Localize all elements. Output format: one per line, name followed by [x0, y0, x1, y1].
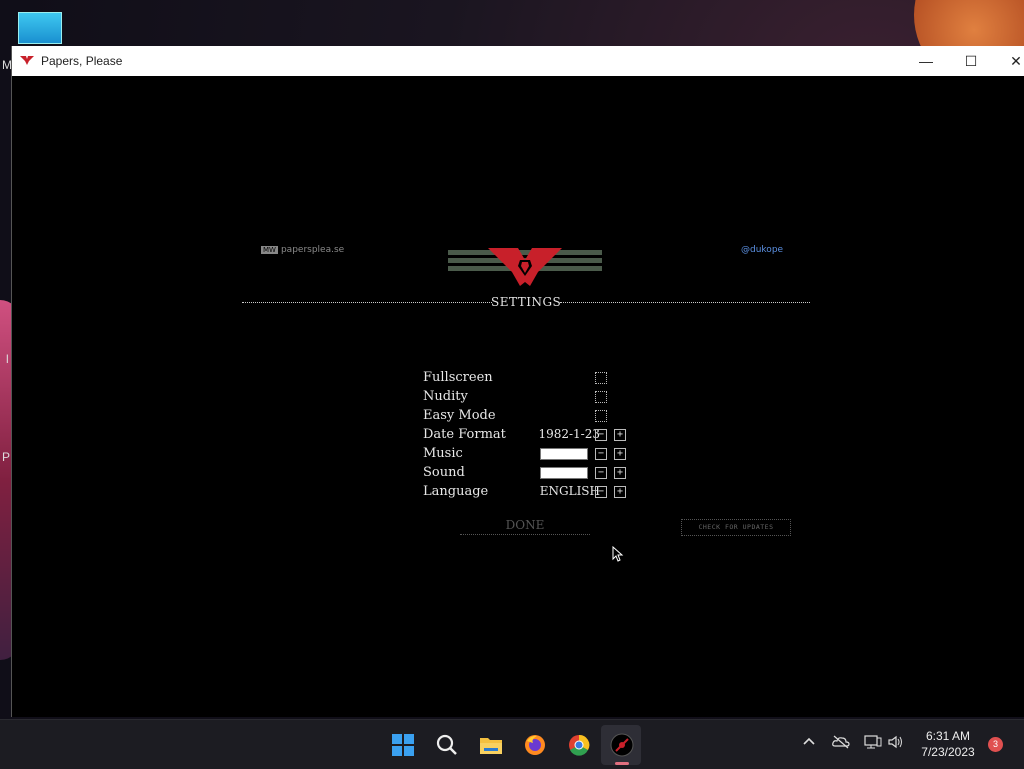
onedrive-cloud-icon[interactable] [832, 735, 850, 753]
setting-label: Music [423, 446, 463, 461]
game-canvas: MW papersplea.se @dukope SETTINGS Fullscr… [12, 76, 1024, 717]
setting-label: Date Format [423, 427, 506, 442]
game-window: Papers, Please — ☐ ✕ MW papersplea.se @du… [11, 46, 1024, 717]
windows-start-icon[interactable] [390, 732, 416, 758]
title-bar[interactable]: Papers, Please — ☐ ✕ [12, 46, 1024, 76]
search-icon[interactable] [434, 732, 460, 758]
clock-time: 6:31 AM [925, 729, 971, 743]
setting-row-sound: Sound − + [423, 465, 643, 483]
taskbar-clock[interactable]: 6:31 AM 7/23/2023 [912, 728, 984, 760]
site-tag: MW [261, 246, 278, 254]
sound-plus-button[interactable]: + [614, 467, 626, 479]
chevron-up-icon[interactable] [802, 735, 816, 753]
language-minus-button[interactable]: − [595, 486, 607, 498]
setting-row-date-format: Date Format 1982-1-23 − + [423, 427, 643, 445]
setting-row-nudity: Nudity [423, 389, 643, 407]
setting-label: Language [423, 484, 489, 499]
music-volume-bar[interactable] [540, 448, 588, 460]
close-button[interactable]: ✕ [993, 46, 1024, 76]
sound-minus-button[interactable]: − [595, 467, 607, 479]
date-format-value: 1982-1-23 [538, 427, 600, 441]
fullscreen-checkbox[interactable] [595, 372, 607, 384]
website-link[interactable]: MW papersplea.se [261, 245, 344, 255]
maximize-button[interactable]: ☐ [948, 46, 994, 76]
nudity-checkbox[interactable] [595, 391, 607, 403]
language-plus-button[interactable]: + [614, 486, 626, 498]
file-explorer-icon[interactable] [478, 732, 504, 758]
clock-date: 7/23/2023 [921, 745, 975, 759]
setting-row-easy-mode: Easy Mode [423, 408, 643, 426]
volume-icon[interactable] [888, 735, 904, 753]
active-app-indicator [615, 762, 629, 765]
setting-row-fullscreen: Fullscreen [423, 370, 643, 388]
website-link-text: papersplea.se [280, 245, 345, 255]
setting-row-language: Language ENGLISH − + [423, 484, 643, 502]
taskbar: 6:31 AM 7/23/2023 3 [0, 719, 1024, 769]
network-icon[interactable] [864, 735, 882, 753]
music-minus-button[interactable]: − [595, 448, 607, 460]
papers-please-icon[interactable] [609, 732, 635, 758]
notification-badge[interactable]: 3 [988, 737, 1003, 752]
papers-please-logo-icon [20, 56, 34, 65]
setting-label: Sound [423, 465, 465, 480]
mouse-cursor-icon [612, 546, 624, 562]
check-for-updates-button[interactable]: CHECK FOR UPDATES [681, 519, 791, 536]
sound-volume-bar[interactable] [540, 467, 588, 479]
window-title: Papers, Please [41, 54, 123, 68]
easy-mode-checkbox[interactable] [595, 410, 607, 422]
language-value: ENGLISH [539, 484, 600, 498]
minimize-button[interactable]: — [903, 46, 949, 76]
divider-left [242, 302, 492, 303]
arstotzka-emblem-icon [448, 248, 602, 286]
setting-row-music: Music − + [423, 446, 643, 464]
music-plus-button[interactable]: + [614, 448, 626, 460]
twitter-link[interactable]: @dukope [741, 245, 783, 255]
date-format-plus-button[interactable]: + [614, 429, 626, 441]
desktop-icon-label[interactable]: l [6, 352, 9, 366]
firefox-icon[interactable] [522, 732, 548, 758]
settings-heading: SETTINGS [491, 295, 562, 309]
setting-label: Easy Mode [423, 408, 496, 423]
divider-right [560, 302, 810, 303]
done-button[interactable]: DONE [460, 518, 590, 535]
desktop-icon-label[interactable]: P [2, 450, 10, 464]
date-format-minus-button[interactable]: − [595, 429, 607, 441]
desktop-monitor-icon[interactable] [18, 12, 62, 44]
chrome-icon[interactable] [566, 732, 592, 758]
setting-label: Fullscreen [423, 370, 493, 385]
setting-label: Nudity [423, 389, 468, 404]
